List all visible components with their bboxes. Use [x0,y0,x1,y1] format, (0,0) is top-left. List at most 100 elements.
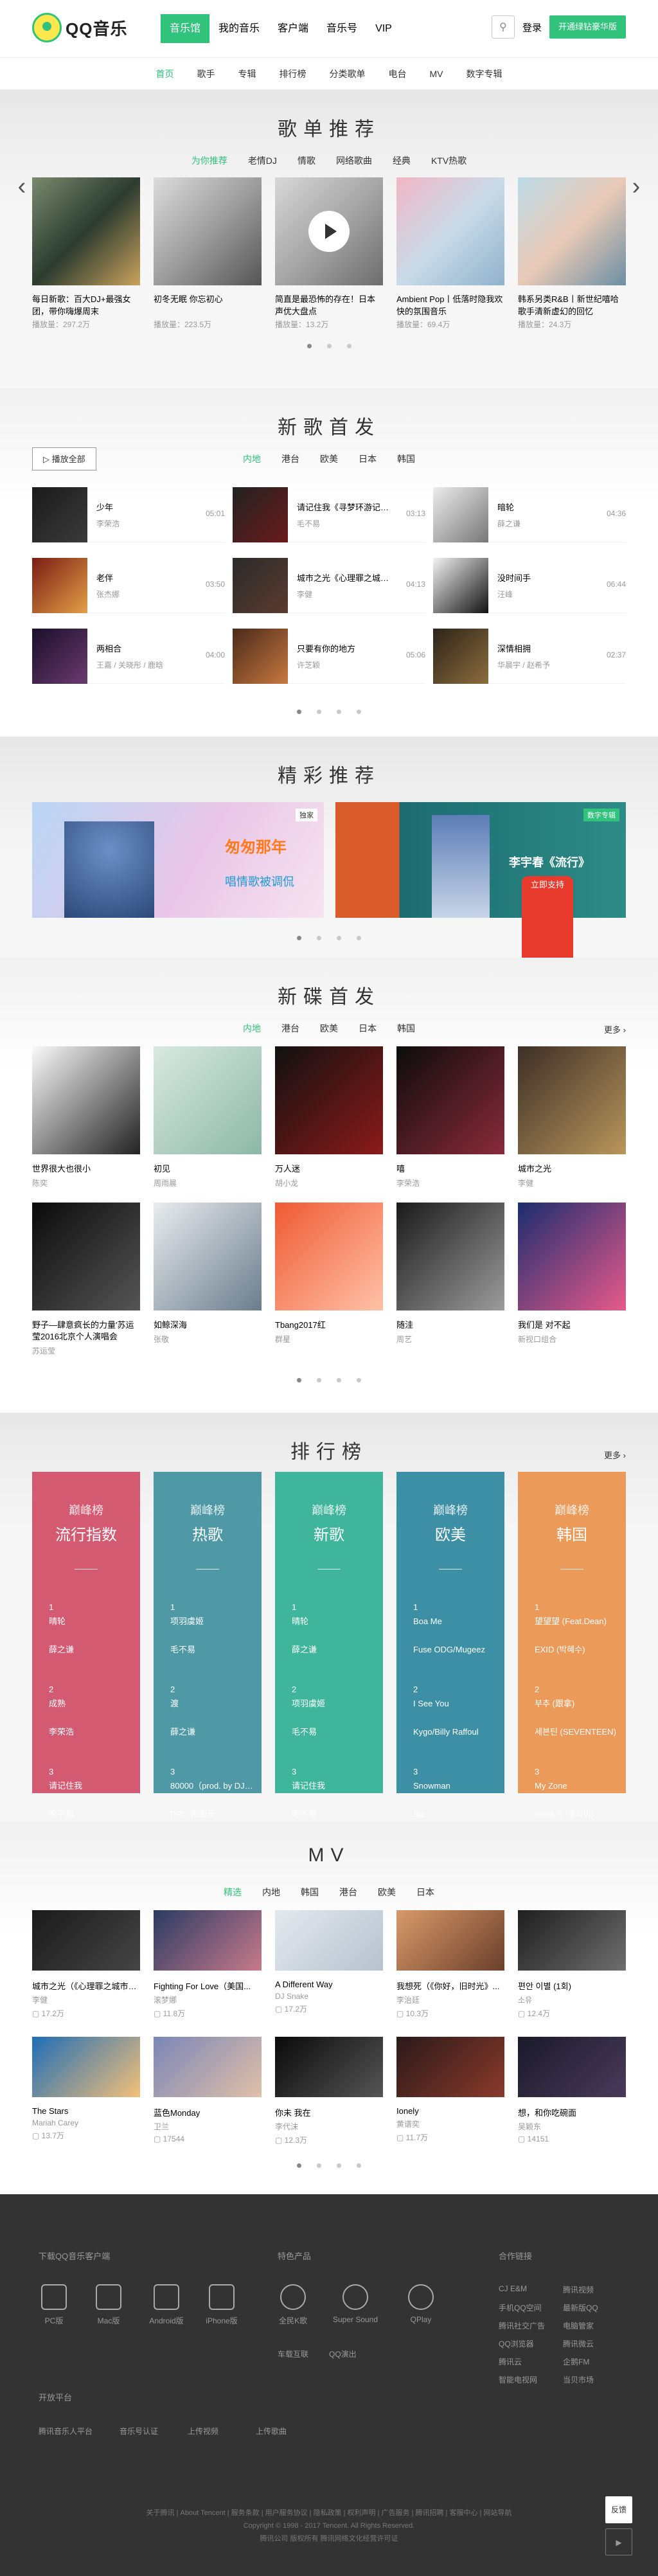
mv-card[interactable]: 我想死（《你好，旧时光》... 李治廷 ▢ 10.3万 [396,1910,504,2019]
song-artist[interactable]: 王嘉 / 关晓彤 / 鹿晗 [96,659,193,670]
album-cover[interactable] [154,1203,262,1310]
mv-cover[interactable] [275,2037,383,2097]
subnav-home[interactable]: 首页 [145,58,186,89]
chart-song-artist[interactable]: Sia [413,1807,497,1821]
album-cover[interactable] [518,1203,626,1310]
song-title[interactable]: 只要有你的地方 [297,642,393,654]
song-cover[interactable] [233,557,288,613]
mv-title[interactable]: Ionely [396,2106,504,2116]
play-icon[interactable] [308,211,350,252]
nav-item-my-music[interactable]: 我的音乐 [209,14,269,43]
partner-link[interactable]: 智能电视网 [499,2374,537,2385]
album-title[interactable]: 如鲸深海 [154,1319,262,1331]
song-artist[interactable]: 李荣浩 [96,518,193,529]
album-card[interactable]: 世界很大也很小 陈奕 [32,1046,140,1188]
subnav-radio[interactable]: 电台 [377,58,418,89]
dot[interactable] [297,710,301,714]
next-arrow-icon[interactable]: › [623,161,649,212]
mv-card[interactable]: 城市之光（《心理罪之城市之光》... 李健 ▢ 17.2万 [32,1910,140,2019]
chart-song[interactable]: 1 Boa Me Fuse ODG/Mugeez [396,1600,504,1657]
play-all-button[interactable]: ▷ 播放全部 [32,447,96,470]
chart-song-title[interactable]: I See You [413,1697,497,1711]
chart-song[interactable]: 2渡 薛之谦 [154,1683,262,1739]
chart-song-artist[interactable]: Kygo/Billy Raffoul [413,1725,497,1739]
subnav-mv[interactable]: MV [418,58,455,89]
featured-banner-1[interactable]: 独家 匆匆那年 唱情歌被调侃 [32,802,324,918]
album-title[interactable]: 野子—肆意疯长的力量'苏运莹2016北京个人演唱会 [32,1319,140,1343]
song-artist[interactable]: 华晨宇 / 赵希予 [497,659,594,670]
chart-song-artist[interactable]: 毛不易 [170,1643,254,1657]
tab-mainland[interactable]: 内地 [252,1881,290,1904]
mv-artist[interactable]: 李代沫 [275,2121,383,2132]
album-card[interactable]: 我们是 对不起 新视口组合 [518,1203,626,1356]
mv-title[interactable]: 城市之光（《心理罪之城市之光》... [32,1980,140,1992]
playlist-title[interactable]: Ambient Pop丨低落时隐我欢快的氛围音乐 [396,293,504,318]
partner-link[interactable]: 手机QQ空间 [499,2302,542,2313]
chart-song-title[interactable]: 请记住我 [292,1779,375,1793]
album-title[interactable]: 城市之光 [518,1163,626,1175]
back-to-top-icon[interactable]: ▶ [605,2528,632,2555]
musician-platform-link[interactable]: 腾讯音乐人平台 [39,2426,93,2437]
song-title[interactable]: 请记住我《寻梦环游记》中文主题曲 [297,501,393,513]
mv-card[interactable]: 想，和你吃碗面 吴颖东 ▢ 14151 [518,2037,626,2145]
playlist-title[interactable]: 简直是最恐怖的存在！日本声优大盘点 [275,293,383,318]
chart-song[interactable]: 2 부추 (跟拿) 세븐틴 (SEVENTEEN) [518,1683,626,1739]
song-cover[interactable] [433,487,488,542]
album-artist[interactable]: 李荣浩 [396,1177,504,1188]
chart-song-artist[interactable]: Block B (블락비) [535,1807,618,1821]
dot[interactable] [317,2163,321,2168]
partner-link[interactable]: 腾讯视频 [563,2284,594,2295]
chart-card[interactable]: 巅峰榜 韩国 1 望望望 (Feat.Dean) EXID (박혜수) 2 부추 (跟拿) 세… [518,1472,626,1901]
partner-link[interactable]: 腾讯微云 [563,2338,594,2349]
partner-link[interactable]: 企鹅FM [563,2356,589,2367]
album-title[interactable]: 随洼 [396,1319,504,1331]
mv-title[interactable]: A Different Way [275,1980,383,1989]
chart-song-artist[interactable]: 毛不易 [292,1807,375,1821]
chart-card[interactable]: 巅峰榜 热歌 1项羽虞姬 毛不易 2渡 薛之谦 380000（prod. by DJ...）… [154,1472,262,1901]
chart-song-title[interactable]: My Zone [535,1779,618,1793]
song-cover[interactable] [233,487,288,542]
tab-ktv[interactable]: KTV热歌 [421,149,477,172]
chart-song-artist[interactable]: 毛不易 [49,1807,132,1821]
iphone-client-link[interactable]: iPhone版 [202,2284,241,2326]
chart-song-artist[interactable]: Fuse ODG/Mugeez [413,1643,497,1657]
mv-cover[interactable] [275,1910,383,1971]
tab-for-you[interactable]: 为你推荐 [181,149,238,172]
subnav-singers[interactable]: 歌手 [186,58,227,89]
song-artist[interactable]: 李健 [297,589,393,600]
mv-card[interactable]: 편안 이별 (1회) 소유 ▢ 12.4万 [518,1910,626,2019]
upload-song-link[interactable]: 上传歌曲 [256,2426,287,2437]
qq-show-link[interactable]: QQ演出 [329,2348,357,2359]
tab-featured[interactable]: 精选 [213,1881,252,1904]
dot[interactable] [326,344,332,348]
mv-artist[interactable]: 卫兰 [154,2121,262,2132]
album-card[interactable]: 野子—肆意疯长的力量'苏运莹2016北京个人演唱会苏运莹 [32,1203,140,1356]
song-item[interactable]: 老伴 张杰娜 03:50 [32,557,225,613]
chart-song[interactable]: 1 望望望 (Feat.Dean) EXID (박혜수) [518,1600,626,1657]
chart-song-artist[interactable]: 薛之谦 [292,1643,375,1657]
song-cover[interactable] [433,628,488,684]
account-verify-link[interactable]: 音乐号认证 [120,2426,158,2437]
tab-korea[interactable]: 韩国 [290,1881,329,1904]
mac-client-link[interactable]: Mac版 [93,2284,124,2326]
album-card[interactable]: 城市之光 李健 [518,1046,626,1188]
mv-cover[interactable] [32,2037,140,2097]
album-artist[interactable]: 苏运莹 [32,1345,140,1356]
chart-song-artist[interactable]: 毛不易 [292,1725,375,1739]
playlist-cover[interactable] [32,177,140,285]
chart-song[interactable]: 2 I See You Kygo/Billy Raffoul [396,1683,504,1739]
chart-song-title[interactable]: 项羽虞姬 [170,1614,254,1629]
vip-button[interactable]: 开通绿钻豪华版 [549,15,626,39]
partner-link[interactable]: CJ E&M [499,2284,527,2293]
tab-japan[interactable]: 日本 [348,447,387,470]
playlist-title[interactable]: 韩系另类R&B丨新世纪嘻哈歌手清新虚幻的回忆 [518,293,626,318]
tab-love[interactable]: 情歌 [287,149,326,172]
mv-card[interactable]: 蓝色Monday 卫兰 ▢ 17544 [154,2037,262,2145]
mv-title[interactable]: The Stars [32,2106,140,2116]
chart-song-title[interactable]: 成熟 [49,1697,132,1711]
album-card[interactable]: 随洼 周艺 [396,1203,504,1356]
chart-song-artist[interactable]: 李荣浩 [49,1725,132,1739]
album-card[interactable]: 初见 周雨晨 [154,1046,262,1188]
dot[interactable] [297,936,301,940]
mv-artist[interactable]: 滚梦娜 [154,1994,262,2005]
